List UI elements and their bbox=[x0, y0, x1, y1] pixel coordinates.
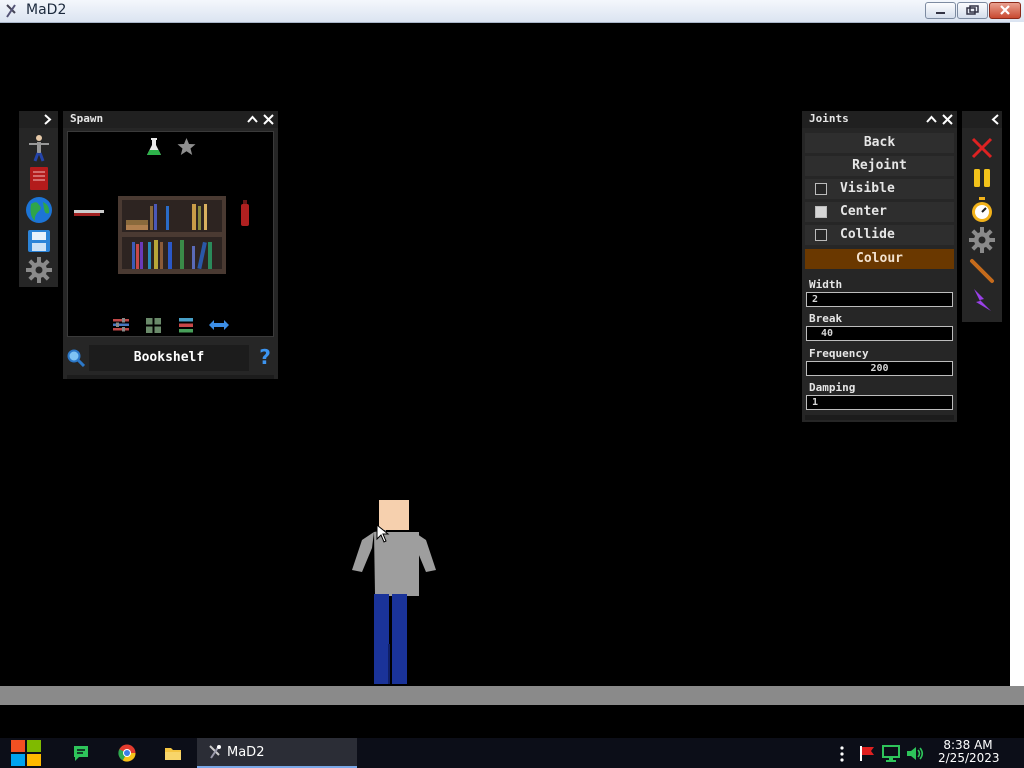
close-panel-icon[interactable] bbox=[263, 114, 274, 125]
clock-date: 2/25/2023 bbox=[938, 751, 1000, 765]
ragdoll-left-arm[interactable] bbox=[352, 532, 374, 572]
search-icon[interactable] bbox=[67, 349, 85, 367]
chevron-left-icon[interactable] bbox=[990, 114, 1000, 125]
colour-button[interactable]: Colour bbox=[805, 249, 954, 269]
taskbar-app-label: MaD2 bbox=[227, 745, 265, 760]
joints-panel-title: Joints bbox=[809, 112, 849, 125]
lightning-icon[interactable] bbox=[970, 287, 994, 313]
spawn-panel: Spawn Bookshelf ? bbox=[63, 111, 278, 379]
chat-app-icon[interactable] bbox=[72, 744, 90, 762]
ground bbox=[0, 686, 1024, 705]
viewport-edge bbox=[1010, 22, 1024, 705]
close-icon bbox=[1000, 5, 1010, 15]
save-icon[interactable] bbox=[27, 229, 51, 253]
collide-label: Collide bbox=[840, 227, 895, 242]
ragdoll-tool-icon[interactable] bbox=[27, 134, 51, 162]
stopwatch-icon[interactable] bbox=[970, 197, 994, 223]
center-checkbox[interactable] bbox=[815, 206, 827, 218]
star-icon[interactable] bbox=[177, 137, 196, 156]
center-label: Center bbox=[840, 204, 887, 219]
rejoint-button[interactable]: Rejoint bbox=[805, 156, 954, 176]
ragdoll-right-leg[interactable] bbox=[392, 594, 407, 684]
taskbar: MaD2 8:38 AM 2/25/2023 bbox=[0, 738, 1024, 768]
joints-panel: Joints Back Rejoint Visible Center Colli… bbox=[802, 111, 957, 422]
delete-x-icon[interactable] bbox=[970, 136, 994, 160]
network-icon[interactable] bbox=[881, 745, 901, 762]
book-icon[interactable] bbox=[28, 166, 50, 191]
mouse-cursor-icon bbox=[376, 524, 390, 543]
spawn-preview-area[interactable] bbox=[67, 131, 274, 337]
close-panel-icon[interactable] bbox=[942, 114, 953, 125]
visible-label: Visible bbox=[840, 181, 895, 196]
window-title: MaD2 bbox=[26, 2, 67, 18]
help-icon[interactable]: ? bbox=[257, 345, 273, 369]
collide-checkbox[interactable] bbox=[815, 229, 827, 241]
spawn-search-field[interactable]: Bookshelf bbox=[89, 345, 249, 371]
maximize-button[interactable] bbox=[957, 2, 988, 19]
visible-checkbox-row[interactable]: Visible bbox=[805, 179, 954, 199]
grid-view-icon[interactable] bbox=[146, 318, 161, 333]
previous-item-preview[interactable] bbox=[74, 207, 104, 219]
clock[interactable]: 8:38 AM 2/25/2023 bbox=[938, 739, 1000, 765]
app-icon bbox=[6, 4, 16, 18]
frequency-label: Frequency bbox=[809, 347, 869, 360]
joints-panel-header: Joints bbox=[802, 111, 957, 128]
damping-field[interactable]: 1 bbox=[806, 395, 953, 410]
viewport-bottom bbox=[0, 705, 1024, 738]
globe-icon[interactable] bbox=[25, 196, 53, 224]
taskbar-app-mad2[interactable]: MaD2 bbox=[197, 738, 357, 768]
file-explorer-icon[interactable] bbox=[164, 745, 182, 761]
spawn-panel-footer bbox=[67, 375, 274, 379]
spawn-panel-header: Spawn bbox=[63, 111, 278, 128]
minimize-icon bbox=[936, 12, 945, 14]
bookshelf-preview[interactable] bbox=[118, 196, 226, 274]
width-label: Width bbox=[809, 278, 843, 291]
volume-icon[interactable] bbox=[905, 745, 925, 762]
joints-panel-footer bbox=[805, 415, 954, 420]
chrome-icon[interactable] bbox=[118, 744, 136, 762]
collapse-icon[interactable] bbox=[247, 114, 258, 125]
width-field[interactable]: 2 bbox=[806, 292, 953, 307]
ragdoll-left-leg[interactable] bbox=[374, 594, 389, 684]
window-titlebar: MaD2 bbox=[0, 0, 1024, 23]
minimize-button[interactable] bbox=[925, 2, 956, 19]
list-view-icon[interactable] bbox=[179, 318, 193, 333]
visible-checkbox[interactable] bbox=[815, 183, 827, 195]
flask-icon[interactable] bbox=[146, 137, 162, 157]
frequency-field[interactable]: 200 bbox=[806, 361, 953, 376]
pause-icon[interactable] bbox=[973, 168, 991, 188]
back-button[interactable]: Back bbox=[805, 133, 954, 153]
filter-icon[interactable] bbox=[113, 318, 129, 332]
windows-start-icon[interactable] bbox=[10, 738, 43, 768]
mad2-app-icon bbox=[209, 745, 221, 759]
close-window-button[interactable] bbox=[989, 2, 1021, 19]
spawn-panel-title: Spawn bbox=[70, 112, 104, 125]
flag-icon[interactable] bbox=[858, 745, 876, 762]
more-options-icon[interactable] bbox=[839, 746, 845, 762]
left-toolbar bbox=[19, 111, 58, 287]
break-field[interactable]: 40 bbox=[806, 326, 953, 341]
damping-label: Damping bbox=[809, 381, 856, 394]
restore-icon bbox=[966, 5, 979, 15]
next-item-preview[interactable] bbox=[240, 200, 250, 228]
break-label: Break bbox=[809, 312, 843, 325]
joint-rod-icon[interactable] bbox=[969, 258, 995, 284]
collapse-icon[interactable] bbox=[926, 114, 937, 125]
ragdoll-human[interactable] bbox=[348, 496, 440, 688]
settings-gear-icon[interactable] bbox=[969, 227, 995, 253]
chevron-right-icon[interactable] bbox=[43, 114, 53, 125]
right-toolbar-header bbox=[962, 111, 1002, 128]
swap-arrows-icon[interactable] bbox=[208, 319, 230, 331]
gear-icon[interactable] bbox=[26, 257, 52, 283]
collide-checkbox-row[interactable]: Collide bbox=[805, 225, 954, 245]
left-toolbar-header bbox=[19, 111, 58, 128]
right-toolbar bbox=[962, 111, 1002, 322]
center-checkbox-row[interactable]: Center bbox=[805, 202, 954, 222]
